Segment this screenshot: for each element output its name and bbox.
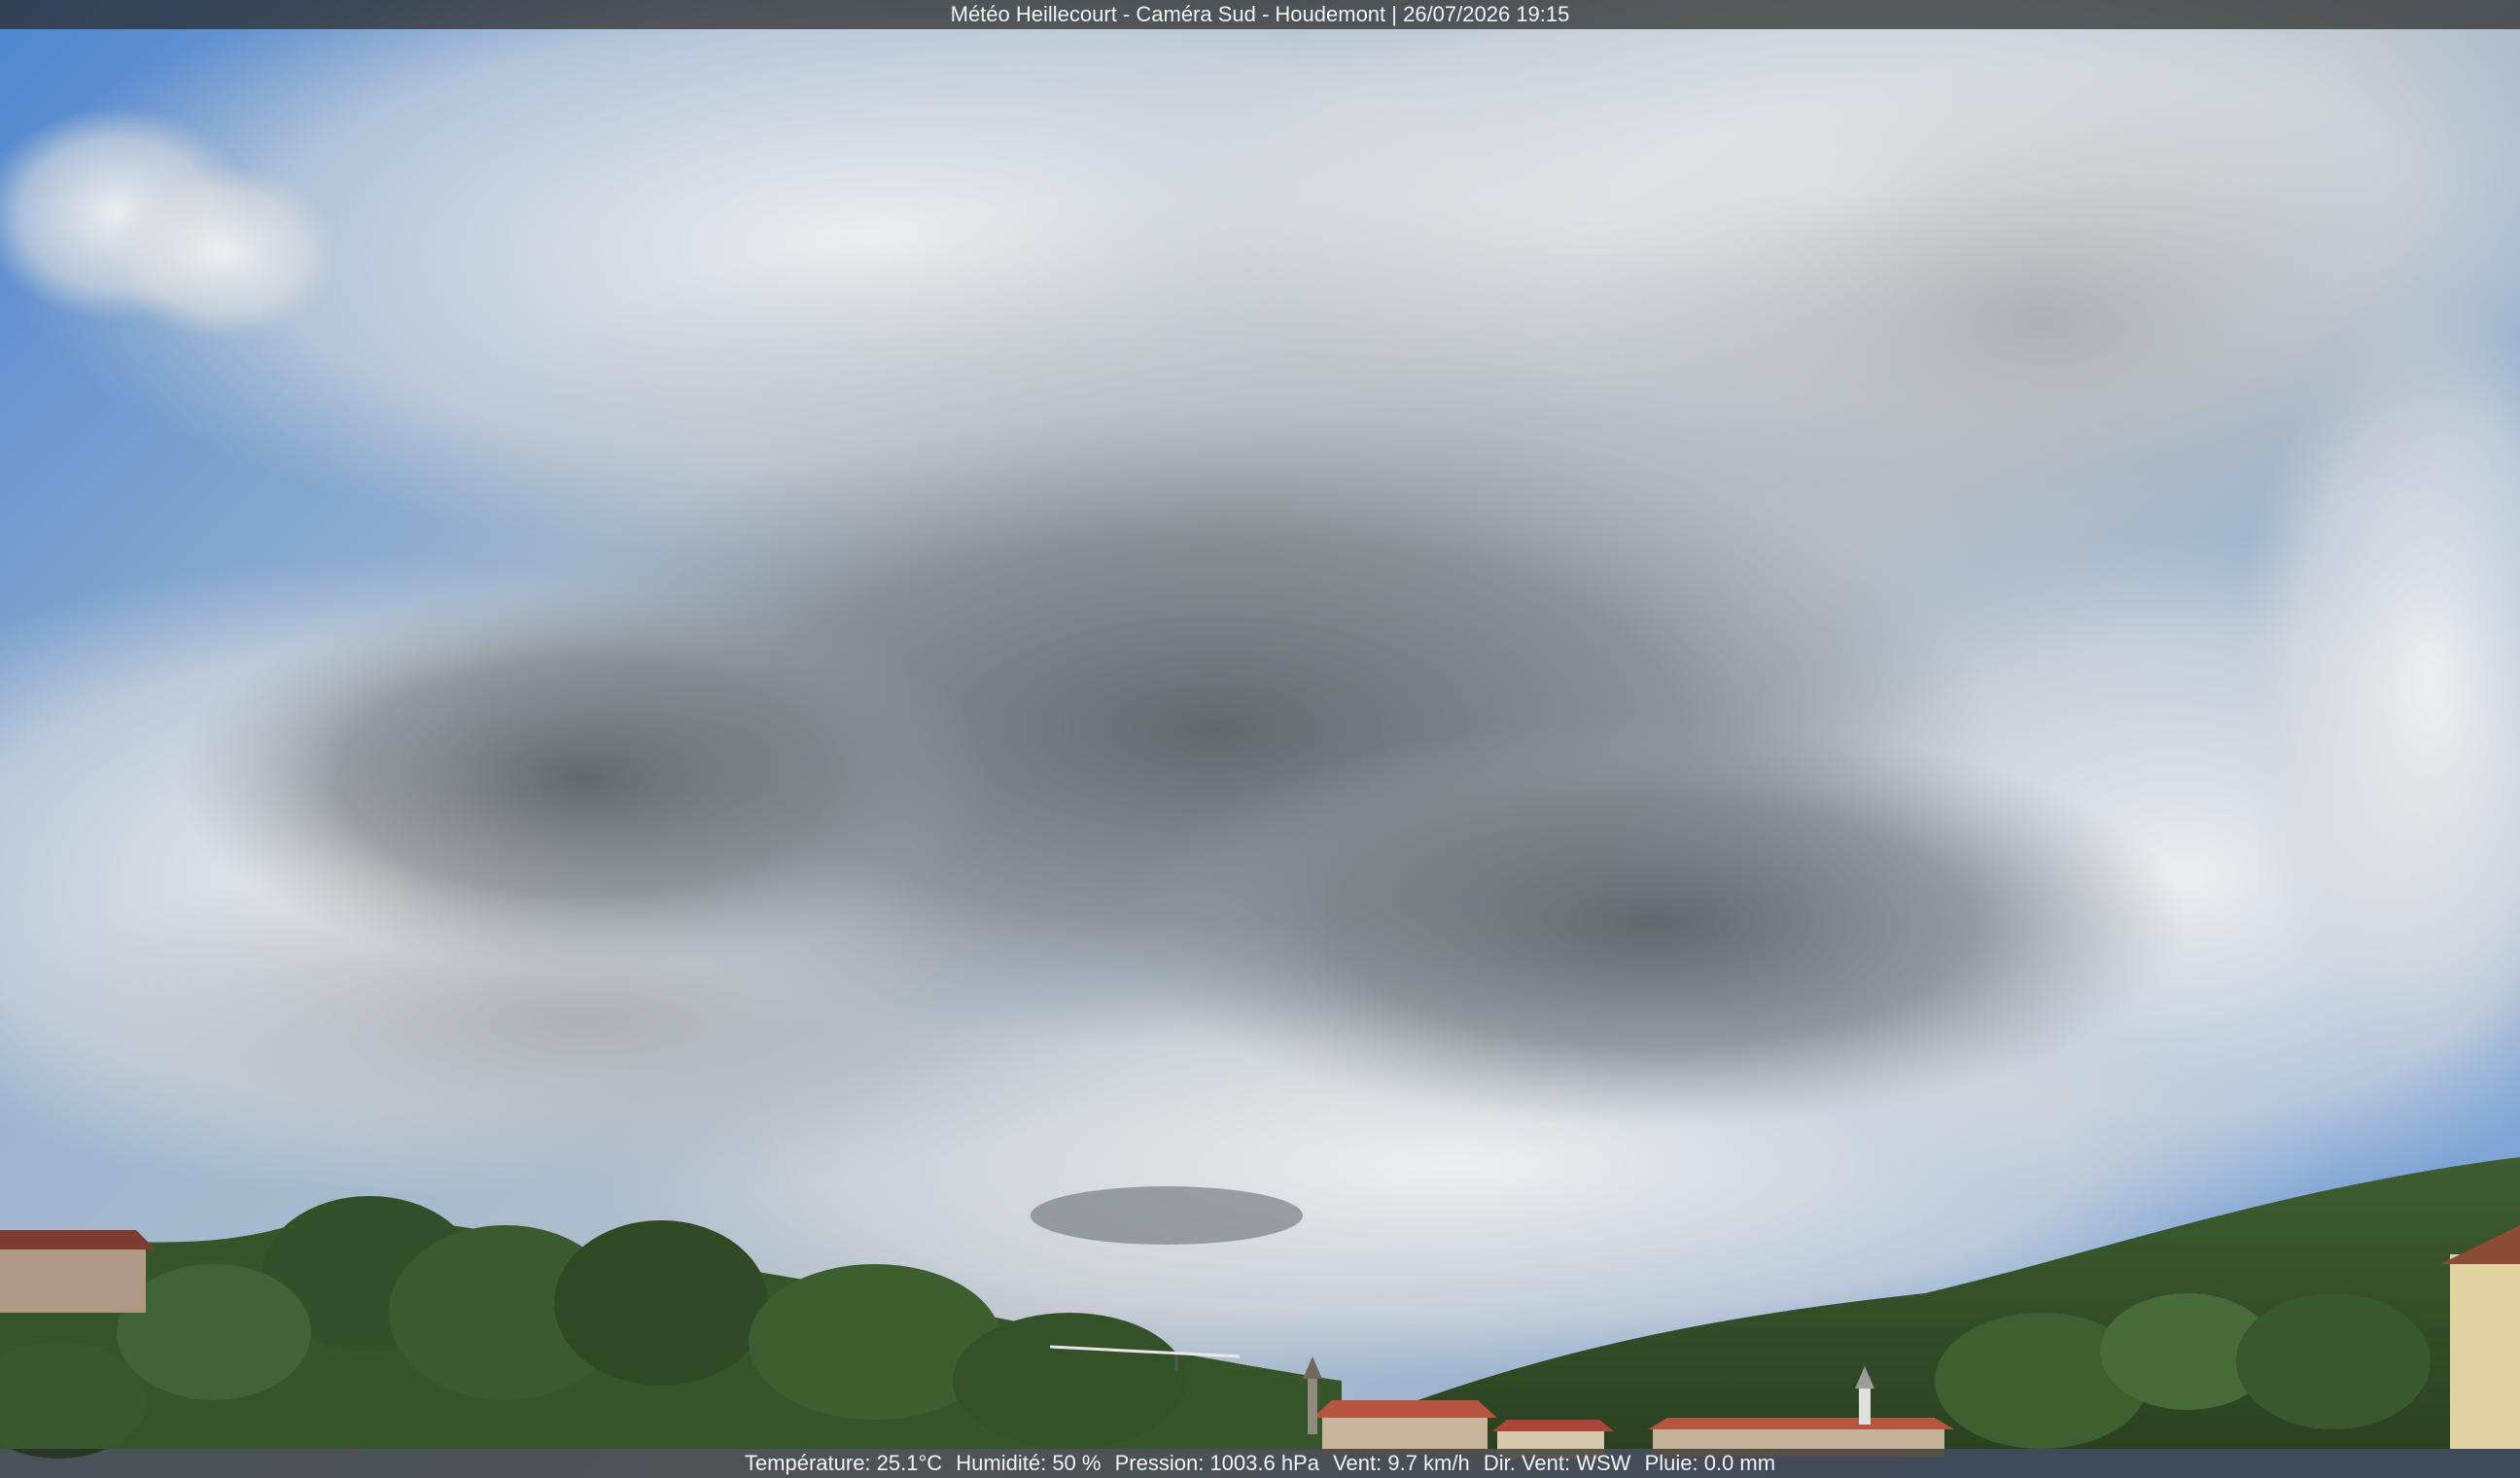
camera-title: Météo Heillecourt - Caméra Sud - Houdemo… bbox=[950, 2, 1570, 26]
temperature-readout: Température: 25.1°C bbox=[744, 1451, 943, 1475]
humidity-readout: Humidité: 50 % bbox=[956, 1451, 1102, 1475]
rain-readout: Pluie: 0.0 mm bbox=[1644, 1451, 1776, 1475]
weather-readout-bar: Température: 25.1°C Humidité: 50 % Press… bbox=[0, 1449, 2520, 1478]
camera-title-bar: Météo Heillecourt - Caméra Sud - Houdemo… bbox=[0, 0, 2520, 29]
sky-scene bbox=[0, 0, 2520, 1478]
wind-speed-readout: Vent: 9.7 km/h bbox=[1333, 1451, 1470, 1475]
pressure-readout: Pression: 1003.6 hPa bbox=[1114, 1451, 1319, 1475]
webcam-frame: Météo Heillecourt - Caméra Sud - Houdemo… bbox=[0, 0, 2520, 1478]
wind-direction-readout: Dir. Vent: WSW bbox=[1483, 1451, 1631, 1475]
